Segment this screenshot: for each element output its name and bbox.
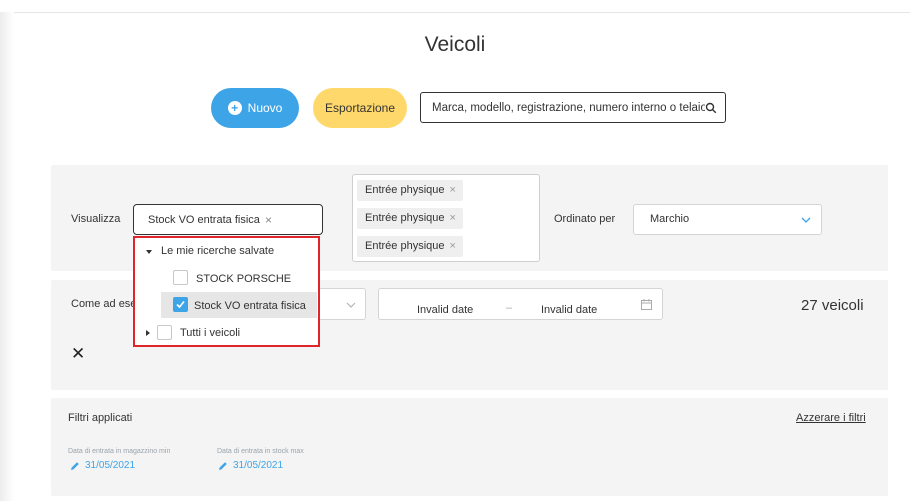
selected-search-tag: Stock VO entrata fisica bbox=[148, 214, 260, 226]
item-label: Stock VO entrata fisica bbox=[194, 300, 306, 312]
applied-filter-label: Data di entrata in magazzino min bbox=[68, 448, 171, 455]
applied-filters-title: Filtri applicati bbox=[68, 412, 133, 424]
filter-chip[interactable]: Entrée physique × bbox=[357, 208, 463, 229]
pencil-icon[interactable] bbox=[218, 461, 228, 471]
group-label: Le mie ricerche salvate bbox=[161, 245, 275, 257]
checkbox-checked[interactable] bbox=[173, 297, 188, 312]
second-filter-label: Come ad ese bbox=[71, 298, 137, 310]
filter-chip[interactable]: Entrée physique × bbox=[357, 180, 463, 201]
checkbox[interactable] bbox=[157, 325, 172, 340]
check-icon bbox=[176, 300, 185, 309]
search-input[interactable]: Marca, modello, registrazione, numero in… bbox=[420, 92, 726, 123]
reset-filters-link[interactable]: Azzerare i filtri bbox=[796, 412, 866, 424]
caret-down-icon bbox=[146, 250, 152, 254]
applied-filter-value[interactable]: 31/05/2021 bbox=[218, 460, 283, 471]
new-button-label: Nuovo bbox=[247, 101, 283, 115]
new-vehicle-button[interactable]: + Nuovo bbox=[211, 88, 299, 128]
plus-circle-icon: + bbox=[227, 101, 242, 115]
chevron-down-icon bbox=[346, 302, 356, 308]
chip-label: Entrée physique bbox=[365, 184, 445, 196]
sort-label: Ordinato per bbox=[554, 213, 616, 225]
sort-value: Marchio bbox=[650, 213, 690, 225]
search-icon[interactable] bbox=[705, 102, 717, 114]
group-all-vehicles[interactable]: Tutti i veicoli bbox=[135, 320, 318, 346]
chip-remove-icon[interactable]: × bbox=[447, 184, 456, 196]
sort-select[interactable]: Marchio bbox=[633, 204, 822, 235]
filter-value-text: 31/05/2021 bbox=[85, 460, 136, 471]
date-range-picker[interactable]: Invalid date – Invalid date bbox=[378, 288, 663, 320]
applied-filters-panel bbox=[51, 398, 888, 496]
view-label: Visualizza bbox=[71, 213, 121, 225]
date-to: Invalid date bbox=[541, 304, 598, 316]
remove-tag-icon[interactable]: × bbox=[265, 213, 272, 227]
chevron-down-icon bbox=[801, 217, 811, 223]
search-placeholder: Marca, modello, registrazione, numero in… bbox=[432, 101, 705, 114]
clear-filters-icon[interactable]: ✕ bbox=[71, 344, 85, 364]
applied-filter-value[interactable]: 31/05/2021 bbox=[70, 460, 135, 471]
dropdown-item-stock-vo[interactable]: Stock VO entrata fisica bbox=[135, 292, 318, 318]
group-label: Tutti i veicoli bbox=[180, 327, 241, 339]
filter-chip[interactable]: Entrée physique × bbox=[357, 236, 463, 257]
chip-label: Entrée physique bbox=[365, 212, 445, 224]
chip-remove-icon[interactable]: × bbox=[447, 240, 456, 252]
chips-box[interactable]: Entrée physique × Entrée physique × Entr… bbox=[352, 174, 540, 262]
saved-search-select[interactable]: Stock VO entrata fisica × bbox=[133, 204, 323, 235]
applied-filter-label: Data di entrata in stock max bbox=[217, 448, 304, 455]
filter-value-text: 31/05/2021 bbox=[233, 460, 284, 471]
left-shadow bbox=[0, 12, 14, 501]
calendar-icon[interactable] bbox=[641, 299, 652, 310]
page-title: Veicoli bbox=[424, 33, 486, 56]
dropdown-item-stock-porsche[interactable]: STOCK PORSCHE bbox=[135, 266, 318, 292]
saved-searches-dropdown: Le mie ricerche salvate STOCK PORSCHE St… bbox=[133, 236, 320, 347]
export-button[interactable]: Esportazione bbox=[313, 88, 407, 128]
date-separator: – bbox=[506, 302, 513, 314]
pencil-icon[interactable] bbox=[70, 461, 80, 471]
chip-remove-icon[interactable]: × bbox=[447, 212, 456, 224]
chip-label: Entrée physique bbox=[365, 240, 445, 252]
checkbox[interactable] bbox=[173, 270, 188, 285]
date-from: Invalid date bbox=[417, 304, 474, 316]
item-label: STOCK PORSCHE bbox=[196, 273, 292, 285]
top-divider bbox=[0, 12, 910, 13]
group-saved-searches[interactable]: Le mie ricerche salvate bbox=[135, 238, 318, 264]
caret-right-icon bbox=[146, 330, 150, 336]
vehicle-count: 27 veicoli bbox=[801, 297, 864, 314]
